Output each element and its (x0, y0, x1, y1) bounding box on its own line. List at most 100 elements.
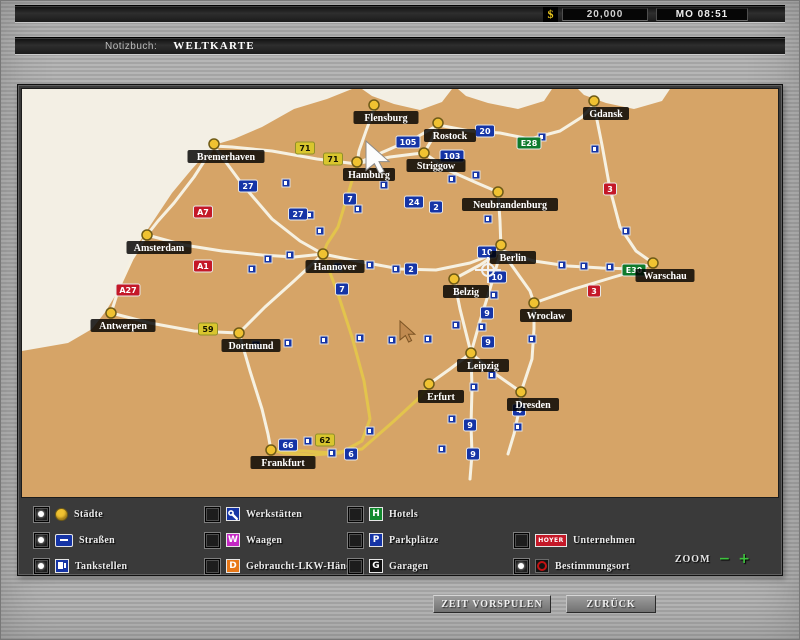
legend-icon-tankstellen (55, 559, 69, 573)
legend-checkbox-garagen[interactable] (348, 559, 363, 574)
road-number-badge: 7 (344, 193, 357, 205)
clock-display: MO 08:51 (656, 8, 748, 21)
road-number-badge: 2 (405, 263, 418, 275)
svg-text:7: 7 (339, 285, 345, 294)
legend-item-gebraucht-lkw: DGebraucht-LKW-Händ (205, 558, 352, 574)
legend-label-strassen: Straßen (79, 535, 115, 546)
legend-label-staedte: Städte (74, 509, 103, 520)
fuel-station-icon (452, 321, 460, 329)
svg-text:71: 71 (327, 155, 339, 164)
page-title: WELTKARTE (173, 40, 255, 52)
fuel-station-icon (606, 263, 614, 271)
map-panel: 10510320E282727A724277A1A2721010E3033995… (17, 84, 783, 576)
legend-checkbox-bestimmungsort[interactable] (514, 559, 529, 574)
svg-text:Frankfurt: Frankfurt (261, 458, 305, 469)
fast-forward-time-button[interactable]: ZEIT VORSPULEN (433, 595, 551, 613)
fuel-station-icon (354, 205, 362, 213)
legend-item-strassen: Straßen (34, 532, 115, 548)
svg-text:66: 66 (282, 441, 294, 450)
fuel-station-icon (316, 227, 324, 235)
road-number-badge: A1 (194, 260, 213, 272)
fuel-station-icon (514, 423, 522, 431)
fuel-station-icon (472, 171, 480, 179)
fuel-station-icon (388, 336, 396, 344)
svg-text:2: 2 (408, 265, 414, 274)
svg-text:Dortmund: Dortmund (228, 341, 273, 352)
svg-text:3: 3 (591, 287, 597, 296)
fuel-station-icon (366, 427, 374, 435)
fuel-station-icon (470, 383, 478, 391)
zoom-out-button[interactable]: − (719, 553, 731, 565)
back-button[interactable]: ZURÜCK (566, 595, 656, 613)
legend-label-werkstaetten: Werkstätten (246, 509, 302, 520)
game-window: $ 20,000 MO 08:51 Notizbuch: WELTKARTE 1… (0, 0, 800, 640)
fuel-station-icon (248, 265, 256, 273)
svg-text:A1: A1 (197, 262, 209, 271)
legend-checkbox-tankstellen[interactable] (34, 559, 49, 574)
svg-text:9: 9 (467, 421, 473, 430)
map-canvas[interactable]: 10510320E282727A724277A1A2721010E3033995… (22, 89, 778, 497)
svg-text:Striggow: Striggow (417, 161, 456, 172)
svg-text:71: 71 (299, 144, 311, 153)
fuel-station-icon (284, 339, 292, 347)
road-number-badge: 66 (279, 439, 298, 451)
svg-text:Belzig: Belzig (453, 287, 479, 298)
road-number-badge: 20 (476, 125, 495, 137)
legend-icon-werkstaetten (226, 507, 240, 521)
world-map[interactable]: 10510320E282727A724277A1A2721010E3033995… (22, 89, 778, 497)
legend-checkbox-parkplaetze[interactable] (348, 533, 363, 548)
fuel-station-icon (580, 262, 588, 270)
notebook-label: Notizbuch: (105, 41, 157, 52)
legend-item-bestimmungsort: Bestimmungsort (514, 558, 630, 574)
road-number-badge: 27 (289, 208, 308, 220)
svg-text:Amsterdam: Amsterdam (134, 243, 185, 254)
legend-checkbox-hotels[interactable] (348, 507, 363, 522)
legend-icon-garagen: G (369, 559, 383, 573)
legend-checkbox-unternehmen[interactable] (514, 533, 529, 548)
zoom-in-button[interactable]: + (738, 553, 750, 565)
road-number-badge: 9 (464, 419, 477, 431)
fuel-station-icon (438, 445, 446, 453)
legend-icon-unternehmen: HOYER (535, 534, 567, 547)
road-number-badge: A7 (194, 206, 213, 218)
legend-icon-strassen (55, 534, 73, 547)
legend-checkbox-waagen[interactable] (205, 533, 220, 548)
legend-label-bestimmungsort: Bestimmungsort (555, 561, 630, 572)
road-number-badge: 9 (481, 307, 494, 319)
zoom-label: ZOOM (675, 554, 711, 565)
road-number-badge: 2 (430, 201, 443, 213)
legend-label-garagen: Garagen (389, 561, 428, 572)
legend-label-unternehmen: Unternehmen (573, 535, 635, 546)
fuel-station-icon (490, 291, 498, 299)
currency-icon: $ (543, 7, 558, 22)
legend-checkbox-staedte[interactable] (34, 507, 49, 522)
svg-text:9: 9 (470, 450, 476, 459)
svg-text:Antwerpen: Antwerpen (99, 321, 147, 332)
fuel-station-icon (286, 251, 294, 259)
svg-text:Berlin: Berlin (500, 253, 527, 264)
legend-item-werkstaetten: Werkstätten (205, 506, 302, 522)
legend-item-unternehmen: HOYER Unternehmen (514, 532, 635, 548)
legend-icon-gebraucht-lkw: D (226, 559, 240, 573)
money-display: 20,000 (562, 8, 648, 21)
svg-text:24: 24 (408, 198, 420, 207)
legend-checkbox-strassen[interactable] (34, 533, 49, 548)
svg-text:Gdansk: Gdansk (589, 109, 623, 120)
svg-text:Flensburg: Flensburg (364, 113, 407, 124)
fuel-station-icon (320, 336, 328, 344)
svg-text:Dresden: Dresden (515, 400, 551, 411)
legend-checkbox-gebraucht-lkw[interactable] (205, 559, 220, 574)
legend-icon-hotels: H (369, 507, 383, 521)
svg-text:7: 7 (347, 195, 353, 204)
road-number-badge: A27 (116, 284, 140, 296)
legend-icon-parkplaetze: P (369, 533, 383, 547)
map-legend: StädteStraßenTankstellenWerkstättenWWaag… (22, 501, 778, 571)
svg-text:A7: A7 (197, 208, 209, 217)
fuel-station-icon (448, 415, 456, 423)
fuel-station-icon (591, 145, 599, 153)
legend-checkbox-werkstaetten[interactable] (205, 507, 220, 522)
fuel-station-icon (488, 371, 496, 379)
legend-item-staedte: Städte (34, 506, 103, 522)
road-number-badge: 62 (316, 434, 335, 446)
road-number-badge: 71 (296, 142, 315, 154)
